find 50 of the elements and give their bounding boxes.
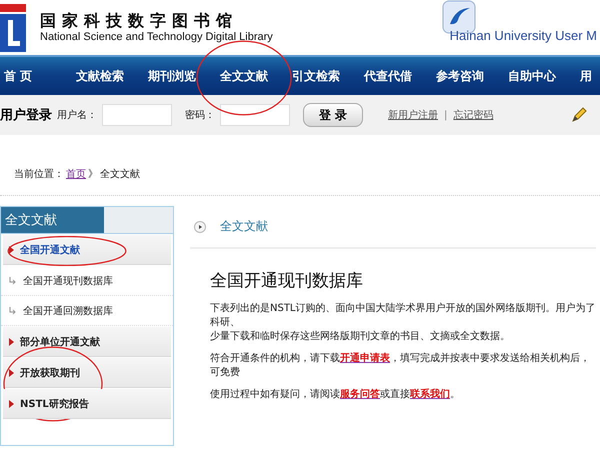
sidebar-item[interactable]: 部分单位开通文献 [3, 327, 171, 357]
home-link[interactable]: 首页 [66, 167, 86, 181]
breadcrumb-separator: 》 [88, 168, 98, 181]
triangle-icon [9, 246, 14, 254]
partner-name: Hainan University User M [450, 28, 597, 43]
nav-link[interactable]: 代查代借 [364, 68, 412, 84]
password-label: 密码： [185, 108, 215, 122]
site-subtitle: National Science and Technology Digital Library [40, 30, 273, 44]
login-button[interactable]: 登 录 [303, 103, 363, 127]
paragraph-text: 符合开通条件的机构，请下载开通申请表，填写完成并按表中要求发送给相关机构后，可免费 [210, 352, 591, 380]
nav-link[interactable]: 用 [580, 68, 592, 84]
account-link[interactable]: 忘记密码 [453, 108, 494, 122]
text-link[interactable]: 开通申请表 [340, 353, 390, 364]
link-separator: | [444, 110, 448, 120]
nav-link[interactable]: 首 页 [4, 68, 32, 84]
password-field[interactable] [220, 104, 290, 126]
username-label: 用户名： [57, 108, 97, 122]
triangle-icon [9, 338, 14, 346]
page-title: 全国开通现刊数据库 [210, 270, 364, 292]
account-link[interactable]: 新用户注册 [388, 108, 438, 122]
login-title: 用户登录 [0, 106, 52, 124]
arrow-icon [9, 276, 17, 284]
section-heading: 全文文献 [220, 218, 268, 235]
triangle-icon [9, 400, 14, 408]
sidebar-item[interactable]: 全国开通现刊数据库 [1, 266, 173, 296]
sidebar-item[interactable]: 全国开通回溯数据库 [1, 296, 173, 326]
pencil-icon [570, 106, 588, 124]
sidebar-item[interactable]: NSTL研究报告 [3, 389, 171, 419]
nav-link[interactable]: 引文检索 [292, 68, 340, 84]
sidebar-item[interactable]: 全国开通文献 [3, 235, 171, 265]
nav-link[interactable]: 全文文献 [220, 68, 268, 84]
bullet-icon [194, 220, 206, 232]
breadcrumb-label: 当前位置： [14, 168, 64, 181]
text-link[interactable]: 联系我们 [410, 389, 450, 400]
breadcrumb-current: 全文文献 [100, 168, 140, 181]
site-title: 国家科技数字图书馆 [40, 12, 239, 30]
paragraph-text: 使用过程中如有疑问，请阅读服务问答或直接联系我们。 [210, 388, 461, 402]
sidebar-title: 全文文献 [4, 212, 57, 229]
username-field[interactable] [102, 104, 172, 126]
nav-link[interactable]: 自助中心 [508, 68, 556, 84]
triangle-icon [9, 368, 14, 376]
paragraph-text: 少量下载和临时保存这些网络版期刊文章的书目、文摘或全文数据。 [210, 330, 511, 344]
text-link[interactable]: 服务问答 [340, 389, 380, 400]
paragraph-text: 下表列出的是NSTL订购的、面向中国大陆学术界用户开放的国外网络版期刊。用户为了科研、 [210, 302, 596, 330]
nav-link[interactable]: 期刊浏览 [148, 68, 196, 84]
sidebar-item[interactable]: 开放获取期刊 [3, 358, 171, 388]
logo-icon [0, 4, 26, 52]
nav-link[interactable]: 参考咨询 [436, 68, 484, 84]
arrow-icon [9, 306, 17, 314]
nav-link[interactable]: 文献检索 [76, 68, 124, 84]
